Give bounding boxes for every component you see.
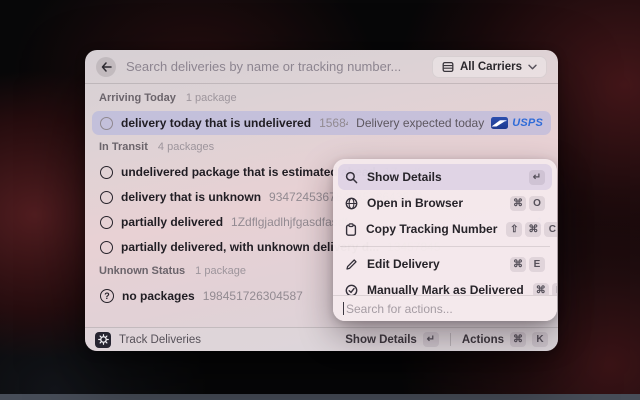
carrier-filter-dropdown[interactable]: All Carriers [432, 56, 547, 78]
section-count: 4 packages [158, 141, 214, 153]
section-count: 1 package [186, 92, 237, 104]
extension-icon [95, 332, 111, 348]
c-keycap: C [544, 222, 557, 237]
window-footer: Track Deliveries Show Details ↵ Actions … [85, 327, 558, 351]
section-title: Unknown Status [99, 265, 185, 277]
cmd-keycap: ⌘ [510, 257, 526, 272]
delivery-title: partially delivered [121, 215, 223, 229]
search-header: All Carriers [85, 50, 558, 83]
chevron-down-icon [528, 64, 537, 70]
search-icon [345, 171, 358, 184]
progress-circle-icon [100, 216, 113, 229]
menu-item-open-in-browser[interactable]: Open in Browser ⌘ O [338, 190, 552, 216]
actions-button[interactable]: Actions [462, 334, 504, 346]
carrier-filter-label: All Carriers [460, 61, 522, 73]
carriers-box-icon [442, 61, 454, 73]
shift-keycap: ⇧ [506, 222, 522, 237]
menu-item-label: Show Details [367, 170, 442, 184]
usps-logo-icon [491, 117, 508, 129]
question-circle-icon: ? [100, 289, 114, 303]
section-arriving-today: Arriving Today 1 package [92, 92, 551, 108]
menu-item-show-details[interactable]: Show Details ↵ [338, 164, 552, 190]
cmd-keycap: ⌘ [525, 222, 541, 237]
menu-item-copy-tracking-number[interactable]: Copy Tracking Number ⇧ ⌘ C [338, 216, 552, 242]
carrier-badge: USPS [491, 117, 543, 129]
progress-circle-icon [100, 241, 113, 254]
o-keycap: O [529, 196, 545, 211]
menu-item-label: Open in Browser [367, 196, 463, 210]
show-details-button[interactable]: Show Details [345, 334, 417, 346]
progress-circle-icon [100, 166, 113, 179]
delivery-title: delivery that is unknown [121, 190, 261, 204]
tracking-number: 156845865089045685454467 [319, 116, 348, 130]
k-keycap: K [532, 332, 548, 347]
pencil-icon [345, 258, 358, 271]
delivery-title: delivery today that is undelivered [121, 116, 311, 130]
cmd-keycap: ⌘ [510, 196, 526, 211]
screen-bottom-strip [0, 394, 640, 400]
menu-divider [340, 246, 550, 247]
cmd-keycap: ⌘ [510, 332, 526, 347]
return-keycap: ↵ [529, 170, 545, 185]
actions-menu: Show Details ↵ Open in Browser ⌘ O [333, 159, 557, 321]
actions-search-input[interactable] [346, 302, 547, 316]
carrier-name: USPS [512, 117, 543, 129]
section-count: 1 package [195, 265, 246, 277]
desktop-background: All Carriers Arriving Today 1 package de… [0, 0, 640, 400]
progress-circle-icon [100, 191, 113, 204]
delivery-status: Delivery expected today [356, 116, 484, 130]
menu-item-label: Copy Tracking Number [366, 222, 497, 236]
return-keycap: ↵ [423, 332, 439, 347]
menu-item-label: Edit Delivery [367, 257, 440, 271]
e-keycap: E [529, 257, 545, 272]
app-name: Track Deliveries [119, 334, 201, 346]
menu-search-bar [333, 295, 557, 321]
progress-circle-icon [100, 117, 113, 130]
section-title: Arriving Today [99, 92, 176, 104]
globe-icon [345, 197, 358, 210]
tracking-number: 198451726304587 [203, 289, 303, 303]
menu-item-edit-delivery[interactable]: Edit Delivery ⌘ E [338, 251, 552, 277]
clipboard-icon [345, 223, 357, 236]
section-title: In Transit [99, 141, 148, 153]
tracking-number: 1Zdflgjadlhjfgasdfasdf [231, 215, 348, 229]
search-input[interactable] [126, 59, 432, 74]
delivery-title: no packages [122, 289, 195, 303]
arrow-left-icon [101, 62, 112, 72]
text-cursor [343, 302, 344, 315]
footer-divider [450, 333, 451, 346]
back-button[interactable] [96, 57, 116, 77]
list-item-delivery-today[interactable]: delivery today that is undelivered 15684… [92, 111, 551, 135]
section-in-transit: In Transit 4 packages [92, 141, 551, 157]
